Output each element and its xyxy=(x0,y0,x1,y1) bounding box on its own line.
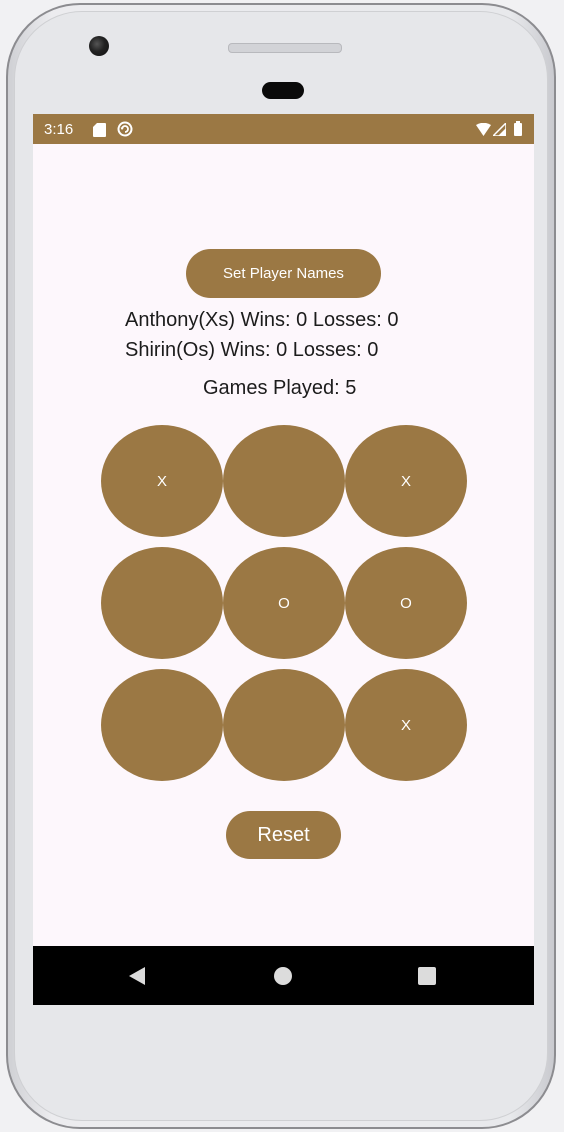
player-o-stats: Shirin(Os) Wins: 0 Losses: 0 xyxy=(125,339,379,361)
status-time: 3:16 xyxy=(44,121,74,138)
board-cell-2-0[interactable] xyxy=(101,669,223,781)
navigation-bar xyxy=(33,946,534,1005)
board-cell-2-1[interactable] xyxy=(223,669,345,781)
signal-icon xyxy=(493,123,506,136)
home-icon[interactable] xyxy=(274,967,292,985)
earpiece xyxy=(262,82,304,99)
app-content: Set Player Names Anthony(Xs) Wins: 0 Los… xyxy=(33,144,534,946)
games-played: Games Played: 5 xyxy=(203,377,357,399)
set-player-names-button[interactable]: Set Player Names xyxy=(186,249,381,298)
board-cell-2-2[interactable]: X xyxy=(345,669,467,781)
sync-icon xyxy=(117,121,133,137)
board-cell-0-0[interactable]: X xyxy=(101,425,223,537)
reset-button[interactable]: Reset xyxy=(226,811,341,859)
board-cell-1-2[interactable]: O xyxy=(345,547,467,659)
sd-card-icon xyxy=(93,123,106,137)
board-cell-0-2[interactable]: X xyxy=(345,425,467,537)
device-screen: 3:16 Set Player Names Anthony(Xs) Wins: … xyxy=(33,114,534,1005)
battery-icon xyxy=(514,121,522,136)
speaker-grille xyxy=(228,43,342,53)
board-cell-0-1[interactable] xyxy=(223,425,345,537)
back-icon[interactable] xyxy=(129,967,145,985)
wifi-icon xyxy=(476,123,491,136)
board-cell-1-0[interactable] xyxy=(101,547,223,659)
status-bar: 3:16 xyxy=(33,114,534,144)
game-board: X X O O X xyxy=(101,425,467,781)
recents-icon[interactable] xyxy=(418,967,436,985)
board-cell-1-1[interactable]: O xyxy=(223,547,345,659)
front-camera xyxy=(89,36,109,56)
player-x-stats: Anthony(Xs) Wins: 0 Losses: 0 xyxy=(125,309,399,331)
